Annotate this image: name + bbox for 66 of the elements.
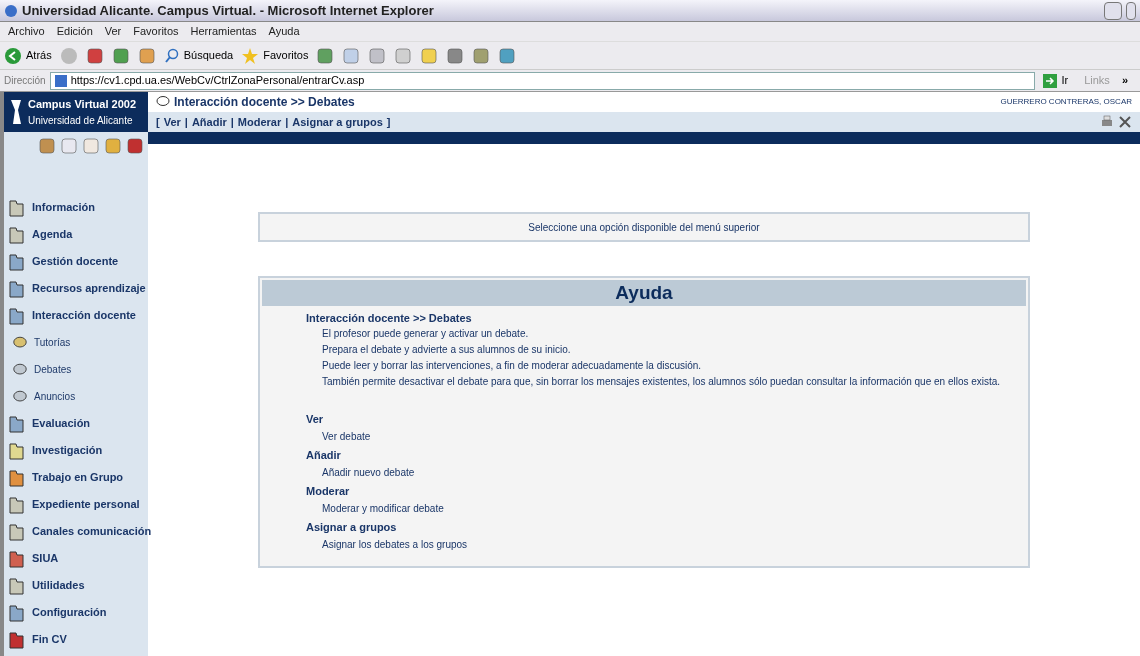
window-title: Universidad Alicante. Campus Virtual. - Microsoft Internet Explorer — [22, 1, 435, 20]
option-name: Añadir — [306, 448, 342, 463]
menu-item[interactable]: Ver — [104, 23, 122, 40]
help-title: Ayuda — [615, 280, 673, 305]
brand-name: Campus Virtual 2002 — [28, 97, 136, 113]
separator: | — [184, 114, 188, 130]
sidebar-item[interactable]: Debates — [34, 362, 72, 377]
nav-link[interactable]: Ver — [163, 113, 181, 131]
help-text: También permite desactivar el debate para que, sin borrar los mensajes existentes, los alumnos sólo puedan consultar la información que en ellos exista. — [321, 375, 1002, 389]
notice-text: Seleccione una opción disponible del menú superior — [528, 220, 760, 235]
minimize-button[interactable] — [1104, 1, 1122, 20]
option-name: Ver — [306, 412, 325, 427]
nav-link[interactable]: Asignar a grupos — [292, 113, 383, 131]
bracket: ] — [386, 114, 391, 130]
brand-subtitle: Universidad de Alicante — [28, 113, 134, 128]
section-title: Interacción docente >> Debates — [174, 94, 356, 111]
sidebar-item[interactable]: Recursos aprendizaje — [32, 280, 146, 297]
sidebar-item[interactable]: Interacción docente — [32, 307, 136, 324]
sidebar-item[interactable]: SIUA — [32, 550, 59, 567]
sidebar-item[interactable]: Expediente personal — [32, 496, 140, 513]
menu-item[interactable]: Ayuda — [268, 23, 300, 40]
maximize-button[interactable] — [1126, 1, 1136, 20]
go-arrow-icon — [1043, 73, 1058, 88]
star-icon — [241, 46, 260, 65]
option-description: Asignar los debates a los grupos — [321, 538, 469, 552]
search-icon — [163, 47, 180, 64]
option-description: Añadir nuevo debate — [321, 466, 416, 480]
address-label: Dirección — [4, 74, 46, 88]
sidebar-item[interactable]: Tutorías — [34, 335, 71, 350]
back-button[interactable]: Atrás — [4, 46, 52, 65]
address-field[interactable]: https://cv1.cpd.ua.es/WebCv/CtrlZonaPersonal/entrarCv.asp — [49, 71, 1036, 90]
option-name: Asignar a grupos — [306, 520, 398, 535]
menu-item[interactable]: Archivo — [8, 23, 45, 40]
favorites-button[interactable]: Favoritos — [241, 46, 309, 65]
option-description: Moderar y modificar debate — [321, 502, 445, 516]
separator: | — [285, 114, 289, 130]
sidebar-item[interactable]: Anuncios — [34, 389, 76, 404]
more-button[interactable]: » — [1121, 72, 1136, 89]
sidebar-item[interactable]: Utilidades — [32, 577, 85, 594]
sidebar-item[interactable]: Información — [32, 199, 95, 216]
sidebar-item[interactable]: Gestión docente — [32, 253, 119, 270]
sidebar-item[interactable]: Trabajo en Grupo — [32, 469, 124, 486]
menu-item[interactable]: Favoritos — [133, 23, 179, 40]
sidebar-item[interactable]: Canales comunicación — [32, 523, 152, 540]
sidebar-item[interactable]: Evaluación — [32, 415, 91, 432]
user-name: GUERRERO CONTRERAS, OSCAR — [1000, 96, 1132, 108]
go-button[interactable]: Ir — [1039, 72, 1073, 89]
help-heading: Interacción docente >> Debates — [306, 311, 473, 326]
option-name: Moderar — [306, 484, 351, 499]
nav-link[interactable]: Moderar — [237, 113, 282, 131]
tools-icon[interactable] — [1118, 115, 1132, 129]
separator: | — [230, 114, 234, 130]
help-text: El profesor puede generar y activar un debate. — [321, 327, 530, 341]
sidebar-item[interactable]: Agenda — [32, 226, 73, 243]
menu-item[interactable]: Edición — [56, 23, 93, 40]
search-button[interactable]: Búsqueda — [163, 47, 234, 64]
speech-bubble-icon — [156, 95, 170, 109]
option-description: Ver debate — [321, 430, 372, 444]
help-text: Puede leer y borrar las intervenciones, a fin de moderar adecuadamente la discusión. — [321, 359, 703, 373]
bracket: [ — [156, 114, 160, 130]
help-text: Prepara el debate y advierte a sus alumnos de su inicio. — [321, 343, 572, 357]
menu-item[interactable]: Herramientas — [190, 23, 257, 40]
sidebar-item[interactable]: Investigación — [32, 442, 103, 459]
nav-link[interactable]: Añadir — [191, 113, 227, 131]
sidebar-item[interactable]: Configuración — [32, 604, 107, 621]
sidebar-item[interactable]: Fin CV — [32, 631, 67, 648]
